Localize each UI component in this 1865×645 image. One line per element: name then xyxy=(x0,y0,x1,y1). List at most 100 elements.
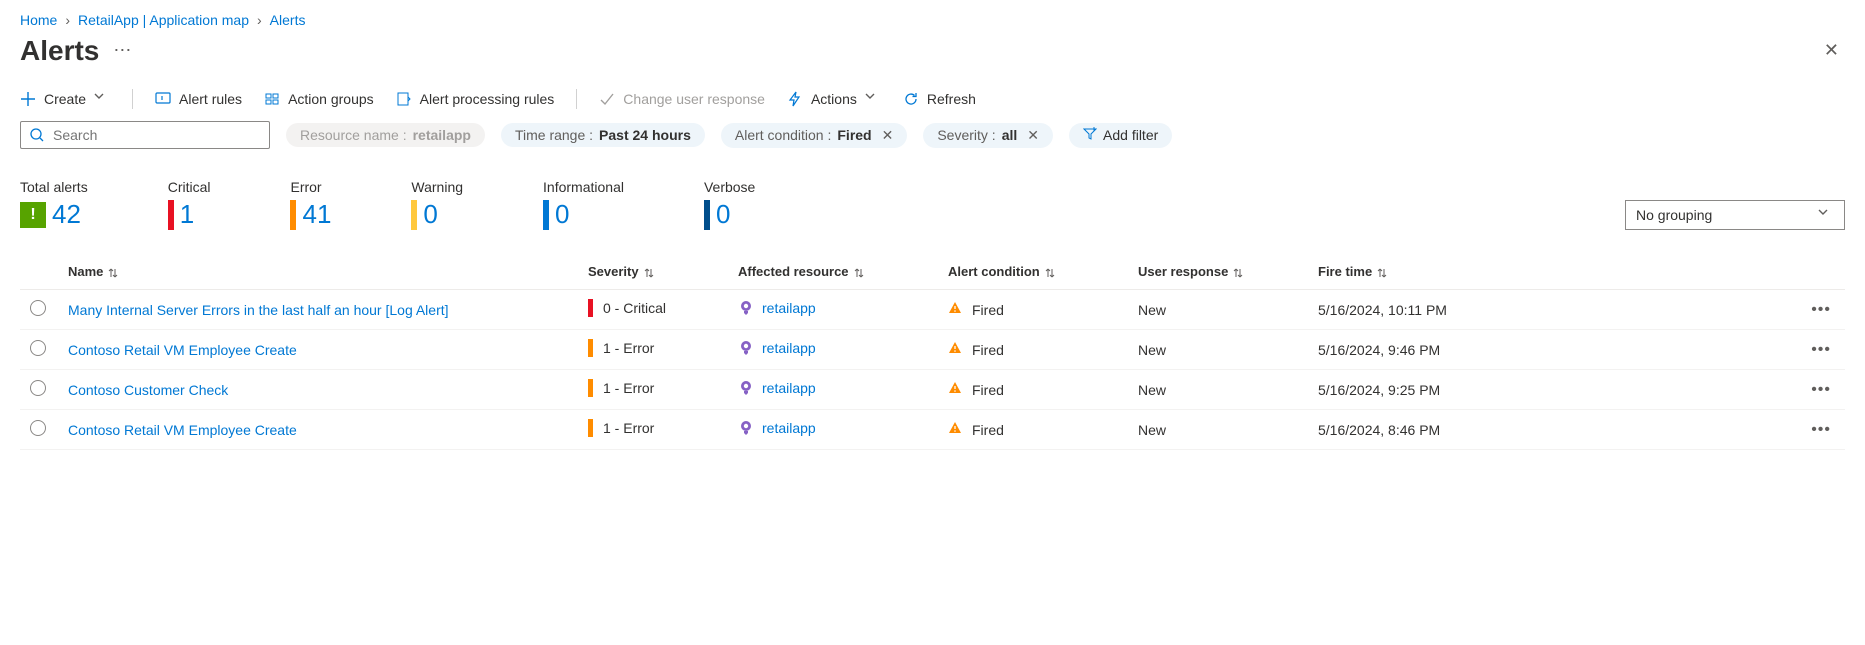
row-checkbox[interactable] xyxy=(30,340,46,356)
appinsights-icon xyxy=(738,340,754,356)
table-row[interactable]: Many Internal Server Errors in the last … xyxy=(20,290,1845,330)
user-response-text: New xyxy=(1138,302,1166,318)
alert-name-link[interactable]: Contoso Retail VM Employee Create xyxy=(68,342,297,358)
filter-resource: Resource name : retailapp xyxy=(286,123,485,147)
chevron-right-icon: › xyxy=(65,12,70,28)
action-groups-button[interactable]: Action groups xyxy=(264,91,374,107)
create-label: Create xyxy=(44,91,86,107)
filter-resource-value: retailapp xyxy=(413,127,471,143)
clear-filter-icon[interactable]: ✕ xyxy=(878,127,894,144)
resource-link[interactable]: retailapp xyxy=(762,340,816,356)
chevron-down-icon xyxy=(94,91,110,107)
alert-processing-button[interactable]: Alert processing rules xyxy=(396,91,555,107)
table-row[interactable]: Contoso Retail VM Employee Create 1 - Err… xyxy=(20,330,1845,370)
breadcrumb-alerts[interactable]: Alerts xyxy=(270,12,306,28)
grouping-value: No grouping xyxy=(1636,207,1712,223)
filter-time-range[interactable]: Time range : Past 24 hours xyxy=(501,123,705,147)
actions-button[interactable]: Actions xyxy=(787,91,881,107)
create-button[interactable]: Create xyxy=(20,91,110,107)
lightning-icon xyxy=(787,91,803,107)
refresh-button[interactable]: Refresh xyxy=(903,91,976,107)
resource-link[interactable]: retailapp xyxy=(762,380,816,396)
sort-icon xyxy=(1228,264,1244,279)
close-icon[interactable]: ✕ xyxy=(1818,34,1845,67)
row-more-icon[interactable]: ••• xyxy=(1500,410,1845,450)
search-input[interactable] xyxy=(53,127,261,143)
summary-total-value: 42 xyxy=(52,199,81,230)
table-row[interactable]: Contoso Retail VM Employee Create 1 - Err… xyxy=(20,410,1845,450)
fire-time-text: 5/16/2024, 9:25 PM xyxy=(1318,382,1440,398)
summary-total-label: Total alerts xyxy=(20,179,88,195)
search-input-wrap[interactable] xyxy=(20,121,270,149)
more-menu-icon[interactable]: ⋯ xyxy=(109,36,135,65)
warning-icon xyxy=(948,341,962,358)
resource-link[interactable]: retailapp xyxy=(762,300,816,316)
condition-text: Fired xyxy=(972,342,1004,358)
clear-filter-icon[interactable]: ✕ xyxy=(1023,127,1039,144)
card-total-alerts[interactable]: Total alerts 42 xyxy=(20,179,88,230)
filter-resource-label: Resource name : xyxy=(300,127,407,143)
filter-condition-value: Fired xyxy=(837,127,871,143)
row-checkbox[interactable] xyxy=(30,300,46,316)
card-info[interactable]: Informational 0 xyxy=(543,179,624,230)
user-response-text: New xyxy=(1138,342,1166,358)
summary-critical-label: Critical xyxy=(168,179,211,195)
breadcrumb-appmap[interactable]: RetailApp | Application map xyxy=(78,12,249,28)
severity-bar-verbose-icon xyxy=(704,200,710,230)
filter-condition-label: Alert condition : xyxy=(735,127,832,143)
severity-text: 1 - Error xyxy=(603,340,654,356)
alert-name-link[interactable]: Contoso Retail VM Employee Create xyxy=(68,422,297,438)
column-header-name[interactable]: Name xyxy=(60,254,580,290)
severity-bar-icon xyxy=(588,419,593,437)
severity-bar-info-icon xyxy=(543,200,549,230)
alert-total-icon xyxy=(20,202,46,228)
alert-name-link[interactable]: Many Internal Server Errors in the last … xyxy=(68,302,449,318)
alert-rules-button[interactable]: Alert rules xyxy=(155,91,242,107)
summary-error-label: Error xyxy=(290,179,331,195)
grouping-dropdown[interactable]: No grouping xyxy=(1625,200,1845,230)
condition-text: Fired xyxy=(972,422,1004,438)
filter-severity[interactable]: Severity : all ✕ xyxy=(923,123,1053,148)
action-groups-icon xyxy=(264,91,280,107)
severity-bar-icon xyxy=(588,339,593,357)
summary-verbose-label: Verbose xyxy=(704,179,755,195)
severity-text: 0 - Critical xyxy=(603,300,666,316)
divider xyxy=(132,89,133,109)
severity-text: 1 - Error xyxy=(603,420,654,436)
appinsights-icon xyxy=(738,380,754,396)
card-critical[interactable]: Critical 1 xyxy=(168,179,211,230)
action-groups-label: Action groups xyxy=(288,91,374,107)
summary-info-label: Informational xyxy=(543,179,624,195)
column-header-resource[interactable]: Affected resource xyxy=(730,254,940,290)
resource-link[interactable]: retailapp xyxy=(762,420,816,436)
alert-name-link[interactable]: Contoso Customer Check xyxy=(68,382,228,398)
row-more-icon[interactable]: ••• xyxy=(1500,370,1845,410)
column-header-severity[interactable]: Severity xyxy=(580,254,730,290)
row-checkbox[interactable] xyxy=(30,380,46,396)
column-header-fire-time[interactable]: Fire time xyxy=(1310,254,1500,290)
card-verbose[interactable]: Verbose 0 xyxy=(704,179,755,230)
row-checkbox[interactable] xyxy=(30,420,46,436)
table-row[interactable]: Contoso Customer Check1 - Errorretailapp… xyxy=(20,370,1845,410)
row-more-icon[interactable]: ••• xyxy=(1500,290,1845,330)
divider xyxy=(576,89,577,109)
card-error[interactable]: Error 41 xyxy=(290,179,331,230)
filter-severity-value: all xyxy=(1002,127,1018,143)
breadcrumb-home[interactable]: Home xyxy=(20,12,57,28)
summary-critical-value: 1 xyxy=(180,199,194,230)
column-header-condition[interactable]: Alert condition xyxy=(940,254,1130,290)
summary-cards: Total alerts 42 Critical 1 Error 41 Warn… xyxy=(0,179,1865,254)
column-header-user-response[interactable]: User response xyxy=(1130,254,1310,290)
card-warning[interactable]: Warning 0 xyxy=(411,179,463,230)
filter-severity-label: Severity : xyxy=(937,127,995,143)
condition-text: Fired xyxy=(972,382,1004,398)
row-more-icon[interactable]: ••• xyxy=(1500,330,1845,370)
actions-label: Actions xyxy=(811,91,857,107)
breadcrumb: Home › RetailApp | Application map › Ale… xyxy=(0,0,1865,34)
toolbar: Create Alert rules Action groups Alert p… xyxy=(0,79,1865,121)
check-icon xyxy=(599,91,615,107)
filter-alert-condition[interactable]: Alert condition : Fired ✕ xyxy=(721,123,907,148)
severity-bar-warning-icon xyxy=(411,200,417,230)
add-filter-button[interactable]: Add filter xyxy=(1069,123,1172,148)
filter-time-label: Time range : xyxy=(515,127,593,143)
